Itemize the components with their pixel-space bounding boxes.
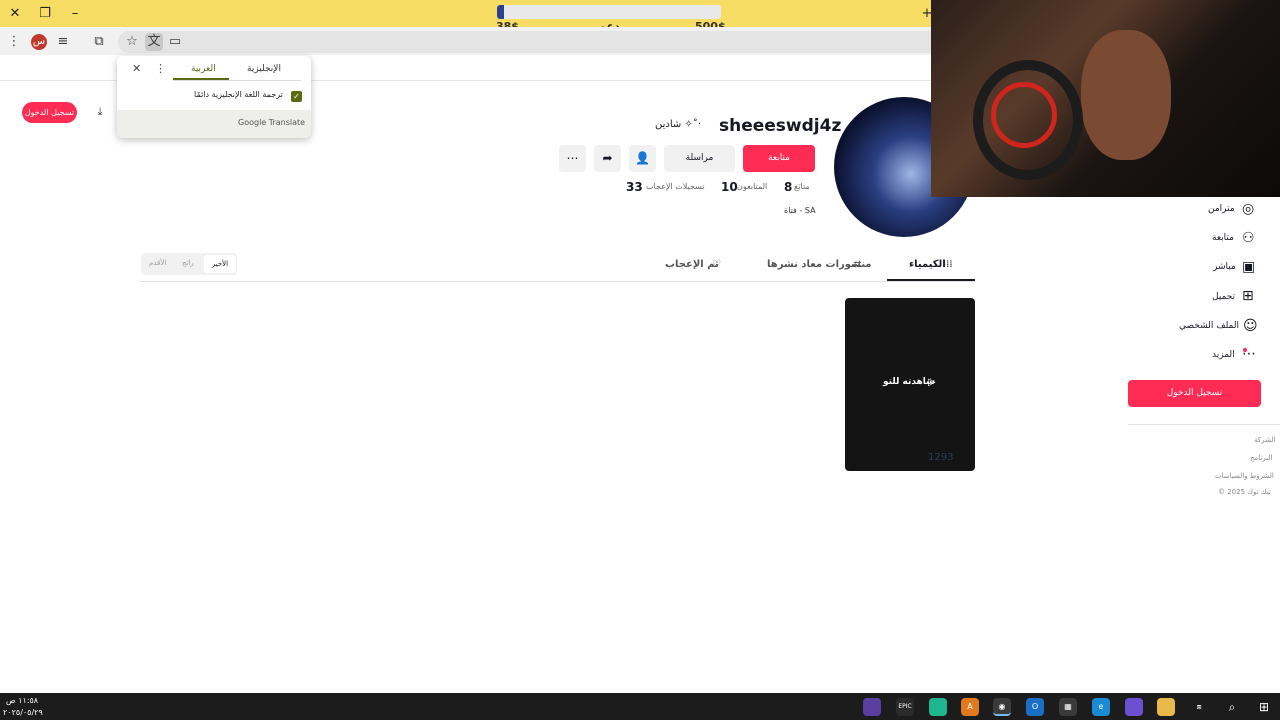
taskbar-clock-date[interactable]: ٢٠٢٥/٠٥/٢٩ (3, 708, 43, 717)
webcam-face (1081, 30, 1171, 160)
live-tv-icon: ▣ (1242, 259, 1256, 275)
footer-link-company[interactable]: الشركة (1254, 436, 1275, 444)
task-view-icon[interactable]: ⧈ (1190, 698, 1208, 716)
taskbar-clock-time[interactable]: ١١:٥٨ ص (6, 696, 38, 705)
following-count: 8 (784, 180, 793, 194)
share-icon[interactable]: ➦ (594, 145, 621, 172)
message-button[interactable]: مراسلة (664, 145, 735, 172)
translate-tab-divider (173, 80, 301, 81)
app-icon-green[interactable] (929, 698, 947, 716)
footer-link-program[interactable]: البرنامج (1250, 454, 1272, 462)
video-view-count: 1293 (928, 452, 954, 463)
sidebar-item-upload-label[interactable]: تحميل (1212, 292, 1235, 302)
translate-tab-target[interactable]: العربية (191, 64, 216, 74)
sidebar-item-profile-label[interactable]: الملف الشخصي (1179, 321, 1239, 331)
profile-avatar[interactable]: س (31, 34, 47, 50)
sort-latest[interactable]: الأخير (204, 255, 236, 273)
restore-window-icon[interactable]: ❐ (36, 5, 54, 23)
menu-dots-icon[interactable]: ⋮ (5, 33, 23, 51)
play-icon: ▷ (928, 377, 936, 388)
sidebar-item-more-label[interactable]: المزيد (1212, 350, 1235, 360)
download-icon[interactable]: ⤓ (92, 104, 108, 120)
store-icon[interactable]: ▦ (1059, 698, 1077, 716)
upload-plus-icon: ⊞ (1242, 288, 1254, 304)
likes-label: تسجيلات الإعجاب (646, 182, 705, 191)
sidebar-item-following-label[interactable]: متابعة (1212, 233, 1234, 243)
app-icon-1[interactable] (863, 698, 881, 716)
always-translate-checkbox[interactable]: ✓ (291, 91, 302, 102)
footer-copyright: © 2025 تيك توك (1218, 488, 1271, 496)
windows-taskbar (0, 693, 1280, 720)
cast-icon[interactable]: ▭ (166, 33, 184, 51)
active-tab-indicator (887, 279, 975, 281)
translate-tab-indicator (173, 78, 229, 80)
translate-tab-source[interactable]: الإنجليزية (247, 64, 281, 74)
close-window-icon[interactable]: ✕ (6, 5, 24, 23)
profile-username: sheeeswdj4z (719, 116, 842, 136)
grid-icon: ⁞⁞⁞ (943, 259, 953, 270)
app-icon-orange[interactable]: A (961, 698, 979, 716)
profile-nickname: شادين ✧˚‧ (655, 119, 702, 130)
login-button-sidebar[interactable]: تسجيل الدخول (1128, 380, 1261, 407)
likes-count: 33 (626, 180, 643, 194)
compass-icon: ◎ (1242, 201, 1255, 217)
file-explorer-icon[interactable] (1157, 698, 1175, 716)
copilot-icon[interactable] (1125, 698, 1143, 716)
followers-label: المتابعون (737, 182, 768, 191)
sidebar-item-explore-label[interactable]: مترامن (1208, 204, 1235, 214)
translate-close-icon[interactable]: ✕ (132, 62, 141, 75)
search-icon[interactable]: ⌕ (1223, 698, 1241, 716)
translate-popup: الإنجليزية العربية ⋮ ✕ ✓ ترجمة اللغة الإ… (117, 56, 311, 138)
minimize-window-icon[interactable]: – (66, 5, 84, 23)
extensions-icon[interactable]: ⧉ (90, 33, 108, 51)
translate-brand: Google Translate (238, 118, 306, 127)
headphones-red-ring (991, 82, 1057, 148)
sidebar-item-live-label[interactable]: مباشر (1213, 262, 1236, 272)
chrome-icon[interactable]: ◉ (993, 698, 1011, 716)
repost-icon: ⇄ (853, 259, 862, 270)
address-bar[interactable] (118, 31, 948, 53)
reading-list-icon[interactable]: ≡ (54, 33, 72, 51)
profile-icon: ☺ (1243, 318, 1258, 334)
follow-button[interactable]: متابعة (743, 145, 815, 172)
following-label: متابَع (794, 182, 810, 191)
webcam-overlay (931, 0, 1280, 197)
tab-liked[interactable]: تم الإعجاب (665, 259, 719, 270)
footer-link-terms[interactable]: الشروط والسياسات (1215, 472, 1274, 480)
donation-progress-fill (497, 5, 504, 19)
more-options-icon[interactable]: ⋯ (559, 145, 586, 172)
translate-menu-icon[interactable]: ⋮ (155, 62, 166, 75)
user-plus-icon: ⚇ (1242, 230, 1255, 246)
profile-bio: فتاة - SA (784, 206, 816, 215)
sort-popular[interactable]: رائج (182, 259, 194, 267)
tabs-divider (140, 281, 975, 282)
always-translate-label: ترجمة اللغة الإنجليزية دائمًا (194, 90, 283, 99)
windows-start-icon[interactable]: ⊞ (1255, 698, 1273, 716)
sidebar-divider (1128, 424, 1280, 425)
sort-oldest[interactable]: الأقدم (149, 259, 166, 267)
heart-icon: ♡ (712, 259, 721, 270)
epic-games-icon[interactable]: EPIC (896, 698, 914, 716)
edge-icon[interactable]: e (1092, 698, 1110, 716)
login-button-header[interactable]: تسجيل الدخول (22, 102, 77, 123)
bookmark-star-icon[interactable]: ☆ (123, 33, 141, 51)
outlook-icon[interactable]: O (1026, 698, 1044, 716)
add-friend-icon[interactable]: 👤 (629, 145, 656, 172)
tab-videos[interactable]: الكيمياء (909, 259, 946, 270)
followers-count: 10 (721, 180, 738, 194)
donation-progress-bar (497, 5, 721, 19)
translate-icon[interactable]: 文 (145, 33, 163, 51)
notification-dot (1243, 348, 1247, 352)
